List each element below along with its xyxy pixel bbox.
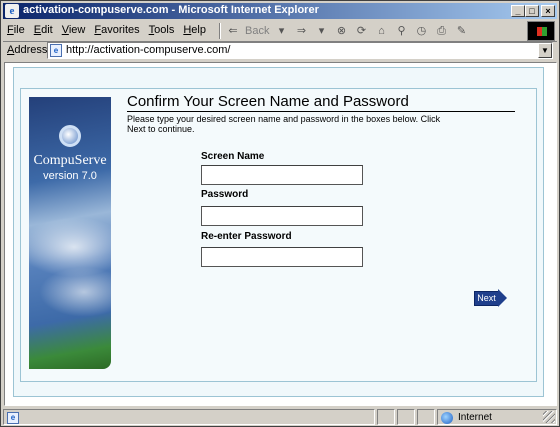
toolbar-separator xyxy=(219,23,221,39)
status-cell xyxy=(417,409,435,425)
edit-icon[interactable]: ✎ xyxy=(453,23,469,39)
reenter-password-input[interactable] xyxy=(201,247,363,267)
maximize-button[interactable]: □ xyxy=(525,5,539,17)
zone-label: Internet xyxy=(458,412,492,423)
resize-grip[interactable] xyxy=(543,411,555,423)
cloud-decoration xyxy=(39,267,111,317)
search-icon[interactable]: ⚲ xyxy=(393,23,409,39)
next-arrow-icon xyxy=(498,289,507,307)
menu-favorites[interactable]: Favorites xyxy=(94,24,139,36)
refresh-icon[interactable]: ⟳ xyxy=(353,23,369,39)
title-divider xyxy=(127,111,515,112)
menu-tools[interactable]: Tools xyxy=(149,24,175,36)
address-label: Address xyxy=(7,44,48,56)
home-icon[interactable]: ⌂ xyxy=(373,23,389,39)
forward-arrow-icon[interactable]: ⇒ xyxy=(293,23,309,39)
close-button[interactable]: × xyxy=(541,5,555,17)
page-status-icon: e xyxy=(7,412,19,424)
compuserve-banner-image: CompuServe version 7.0 xyxy=(29,97,111,369)
stop-icon[interactable]: ⊗ xyxy=(333,23,349,39)
title-bar[interactable]: e activation-compuserve.com - Microsoft … xyxy=(3,3,557,19)
status-text-cell: e xyxy=(3,409,375,425)
next-button-label: Next xyxy=(474,291,499,306)
ie-icon: e xyxy=(5,4,19,18)
window-title: activation-compuserve.com - Microsoft In… xyxy=(23,4,319,16)
screen-name-label: Screen Name xyxy=(201,151,265,162)
windows-logo-icon xyxy=(527,21,555,41)
next-button[interactable]: Next xyxy=(474,289,507,308)
minimize-button[interactable]: _ xyxy=(511,5,525,17)
screen-name-input[interactable] xyxy=(201,165,363,185)
compuserve-version: version 7.0 xyxy=(43,170,97,182)
menu-toolbar-row: File Edit View Favorites Tools Help ⇐ Ba… xyxy=(3,20,557,42)
compuserve-brand: CompuServe xyxy=(33,153,107,168)
print-icon[interactable]: ⎙ xyxy=(433,23,449,39)
compuserve-logo-icon xyxy=(59,125,81,147)
address-input[interactable]: e http://activation-compuserve.com/ ▼ xyxy=(47,42,553,59)
page-content: CompuServe version 7.0 Confirm Your Scre… xyxy=(4,62,557,406)
outer-frame: CompuServe version 7.0 Confirm Your Scre… xyxy=(13,67,544,397)
password-label: Password xyxy=(201,189,249,200)
address-url[interactable]: http://activation-compuserve.com/ xyxy=(66,44,230,56)
reenter-password-label: Re-enter Password xyxy=(201,231,292,242)
page-title: Confirm Your Screen Name and Password xyxy=(127,93,409,110)
menu-view[interactable]: View xyxy=(62,24,86,36)
browser-window: e activation-compuserve.com - Microsoft … xyxy=(0,0,560,427)
address-dropdown-icon[interactable]: ▼ xyxy=(538,43,552,58)
instructions-text: Please type your desired screen name and… xyxy=(127,114,441,134)
back-button[interactable]: Back xyxy=(245,23,269,39)
history-icon[interactable]: ◷ xyxy=(413,23,429,39)
security-zone: Internet xyxy=(437,409,557,425)
standard-toolbar: ⇐ Back ▾ ⇒ ▾ ⊗ ⟳ ⌂ ⚲ ◷ ⎙ ✎ xyxy=(219,22,469,40)
activation-panel: CompuServe version 7.0 Confirm Your Scre… xyxy=(20,88,537,382)
back-dropdown-icon[interactable]: ▾ xyxy=(273,23,289,39)
menu-file[interactable]: File xyxy=(7,24,25,36)
status-cell xyxy=(377,409,395,425)
address-bar: Address e http://activation-compuserve.c… xyxy=(3,42,557,60)
page-icon: e xyxy=(50,44,62,57)
internet-zone-icon xyxy=(441,412,453,424)
password-input[interactable] xyxy=(201,206,363,226)
back-arrow-icon[interactable]: ⇐ xyxy=(225,23,241,39)
forward-dropdown-icon[interactable]: ▾ xyxy=(313,23,329,39)
menu-bar: File Edit View Favorites Tools Help xyxy=(7,24,206,36)
status-bar: e Internet xyxy=(3,408,557,426)
menu-edit[interactable]: Edit xyxy=(34,24,53,36)
menu-help[interactable]: Help xyxy=(183,24,206,36)
status-cell xyxy=(397,409,415,425)
